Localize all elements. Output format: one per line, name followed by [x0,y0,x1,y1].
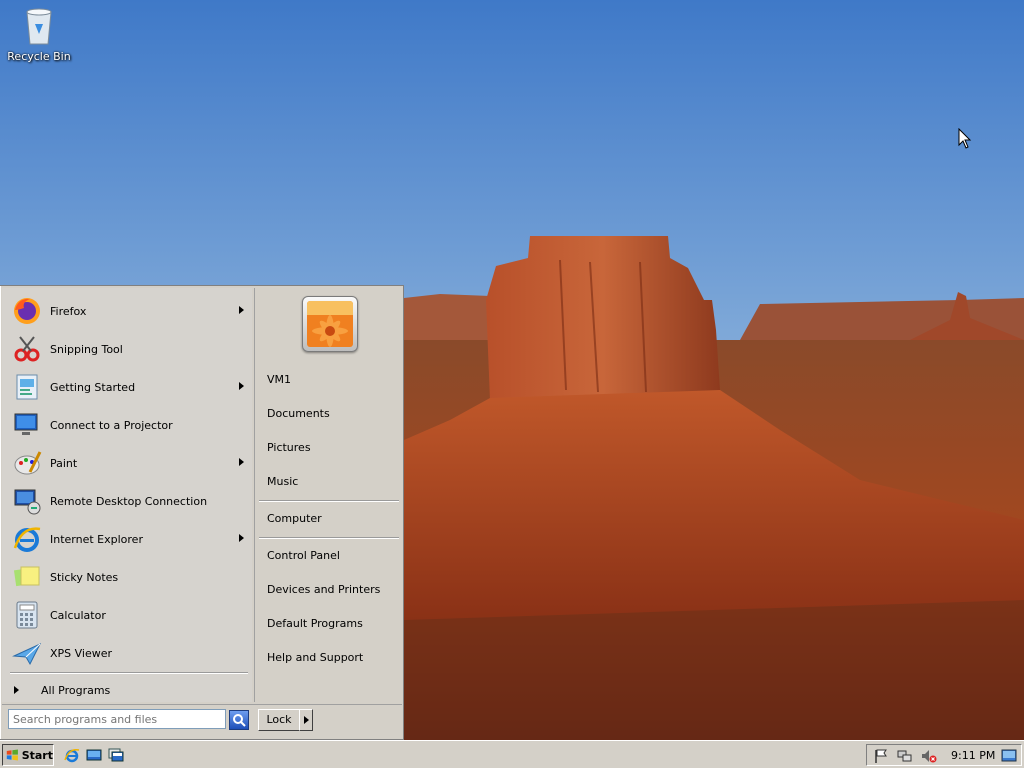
program-paint[interactable]: Paint [2,444,252,482]
start-menu-places-pane: VM1 Documents Pictures Music Computer Co… [254,288,403,702]
start-label: Start [21,748,53,762]
submenu-arrow-icon [239,534,244,542]
computer-link[interactable]: Computer [267,508,322,530]
program-label: Paint [50,456,78,470]
control-panel-link[interactable]: Control Panel [267,545,340,567]
program-label: Internet Explorer [50,532,143,546]
program-connect-projector[interactable]: Connect to a Projector [2,406,252,444]
program-label: Getting Started [50,380,136,394]
program-getting-started[interactable]: Getting Started [2,368,252,406]
start-menu: Firefox Snipping Tool Getting Started Co… [0,285,404,740]
program-xps-viewer[interactable]: XPS Viewer [2,634,252,672]
internet-explorer-icon [11,523,43,555]
pictures-link[interactable]: Pictures [267,437,311,459]
start-button[interactable]: Start [2,744,54,766]
remote-desktop-icon [11,485,43,517]
default-programs-link[interactable]: Default Programs [267,613,363,635]
user-picture[interactable] [302,296,358,352]
recycle-bin-label: Recycle Bin [7,50,71,63]
program-label: Firefox [50,304,87,318]
help-support-link[interactable]: Help and Support [267,647,363,669]
lock-button[interactable]: Lock [258,709,300,731]
show-desktop-icon[interactable] [86,747,102,763]
program-firefox[interactable]: Firefox [2,292,252,330]
program-internet-explorer[interactable]: Internet Explorer [2,520,252,558]
all-programs-label: All Programs [41,683,111,697]
xps-viewer-icon [11,637,43,669]
mouse-cursor-icon [958,128,972,149]
notification-area: 9:11 PM [866,744,1022,766]
all-programs-button[interactable]: All Programs [2,678,252,702]
start-menu-programs-pane: Firefox Snipping Tool Getting Started Co… [2,288,252,702]
windows-logo-icon [6,749,18,761]
snipping-tool-icon [11,333,43,365]
search-icon [233,714,246,727]
places-separator [259,500,399,502]
desktop-icon-recycle-bin[interactable]: Recycle Bin [6,6,72,63]
program-label: Sticky Notes [50,570,119,584]
recycle-bin-icon [26,8,52,45]
network-icon[interactable] [897,748,913,764]
program-label: XPS Viewer [50,646,113,660]
submenu-arrow-icon [239,306,244,314]
volume-muted-icon[interactable] [921,748,937,764]
clock[interactable]: 9:11 PM [951,749,995,762]
programs-separator [10,672,248,674]
user-folder-link[interactable]: VM1 [267,369,291,391]
search-input[interactable] [8,709,226,729]
start-menu-bottom-bar: Lock [2,704,402,739]
submenu-arrow-icon [239,382,244,390]
getting-started-icon [11,371,43,403]
places-separator [259,537,399,539]
sticky-notes-icon [11,561,43,593]
expand-arrow-icon [14,686,19,694]
show-desktop-button-icon[interactable] [1001,748,1017,764]
submenu-arrow-icon [239,458,244,466]
paint-icon [11,447,43,479]
firefox-icon [11,295,43,327]
program-sticky-notes[interactable]: Sticky Notes [2,558,252,596]
program-label: Remote Desktop Connection [50,494,208,508]
calculator-icon [11,599,43,631]
program-label: Snipping Tool [50,342,123,356]
program-label: Calculator [50,608,106,622]
documents-link[interactable]: Documents [267,403,330,425]
projector-icon [11,409,43,441]
action-center-flag-icon[interactable] [873,748,889,764]
program-calculator[interactable]: Calculator [2,596,252,634]
program-snipping-tool[interactable]: Snipping Tool [2,330,252,368]
internet-explorer-icon[interactable] [64,747,80,763]
taskbar: Start 9:11 PM [0,740,1024,768]
program-label: Connect to a Projector [50,418,173,432]
search-button[interactable] [229,710,249,730]
program-remote-desktop[interactable]: Remote Desktop Connection [2,482,252,520]
devices-printers-link[interactable]: Devices and Printers [267,579,380,601]
switch-windows-icon[interactable] [108,747,124,763]
music-link[interactable]: Music [267,471,298,493]
shutdown-options-arrow-button[interactable] [299,709,313,731]
user-picture-flower-icon [307,301,353,347]
